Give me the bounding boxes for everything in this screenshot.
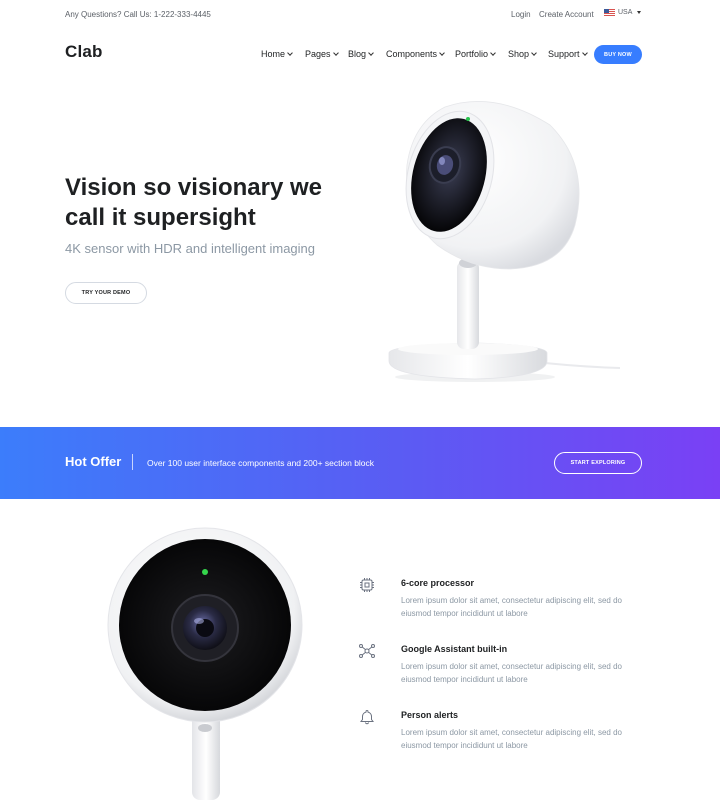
feature-title: 6-core processor (401, 578, 475, 588)
brand-logo[interactable]: Clab (65, 42, 103, 62)
hero-subtitle: 4K sensor with HDR and intelligent imagi… (65, 241, 316, 256)
processor-icon (360, 578, 374, 592)
offer-divider (132, 454, 133, 470)
nav-item-portfolio[interactable]: Portfolio (455, 49, 496, 59)
feature-title: Person alerts (401, 710, 459, 720)
hero-title: Vision so visionary we call it supersigh… (65, 174, 322, 231)
nav-item-label: Support (548, 49, 580, 59)
chevron-down-icon (531, 49, 537, 56)
try-demo-button[interactable]: TRY YOUR DEMO (65, 282, 147, 304)
nav-item-home[interactable]: Home (261, 49, 293, 59)
topbar: Any Questions? Call Us: 1-222-333-4445 L… (0, 0, 720, 30)
us-flag-icon (604, 9, 615, 16)
feature-description: Lorem ipsum dolor sit amet, consectetur … (401, 728, 622, 750)
offer-title: Hot Offer (65, 454, 122, 469)
nav-item-components[interactable]: Components (386, 49, 445, 59)
chevron-down-icon (581, 49, 588, 56)
nav-item-label: Components (386, 49, 438, 59)
chevron-down-icon (368, 49, 374, 56)
nav-item-blog[interactable]: Blog (348, 49, 374, 59)
nav-item-label: Home (261, 49, 286, 59)
language-selector[interactable]: USA (604, 9, 642, 16)
contact-phone-text: Any Questions? Call Us: 1-222-333-4445 (65, 10, 211, 19)
start-exploring-button[interactable]: START EXPLORING (554, 452, 642, 474)
create-account-link[interactable]: Create Account (539, 10, 594, 19)
feature-description: Lorem ipsum dolor sit amet, consectetur … (401, 596, 622, 618)
camera-front-image (107, 527, 303, 800)
buy-now-button[interactable]: BUY NOW (594, 45, 642, 64)
chevron-down-icon (287, 49, 293, 56)
nav-item-shop[interactable]: Shop (508, 49, 537, 59)
nav-item-label: Portfolio (455, 49, 489, 59)
chevron-down-icon (490, 49, 496, 56)
nav-item-pages[interactable]: Pages (305, 49, 339, 59)
nav-item-label: Shop (508, 49, 530, 59)
bell-icon (360, 709, 374, 725)
hot-offer-banner: Hot Offer Over 100 user interface compon… (0, 427, 720, 499)
network-nodes-icon (359, 644, 375, 658)
nav-item-label: Blog (348, 49, 367, 59)
chevron-down-icon (332, 49, 339, 56)
nav-item-support[interactable]: Support (548, 49, 588, 59)
security-camera-image (388, 101, 621, 382)
nav-item-label: Pages (305, 49, 331, 59)
feature-description: Lorem ipsum dolor sit amet, consectetur … (401, 662, 622, 684)
offer-text: Over 100 user interface components and 2… (147, 458, 375, 468)
language-label: USA (618, 9, 633, 16)
caret-down-icon (637, 11, 642, 14)
chevron-down-icon (439, 49, 445, 56)
login-link[interactable]: Login (511, 10, 531, 19)
feature-title: Google Assistant built-in (401, 644, 508, 654)
